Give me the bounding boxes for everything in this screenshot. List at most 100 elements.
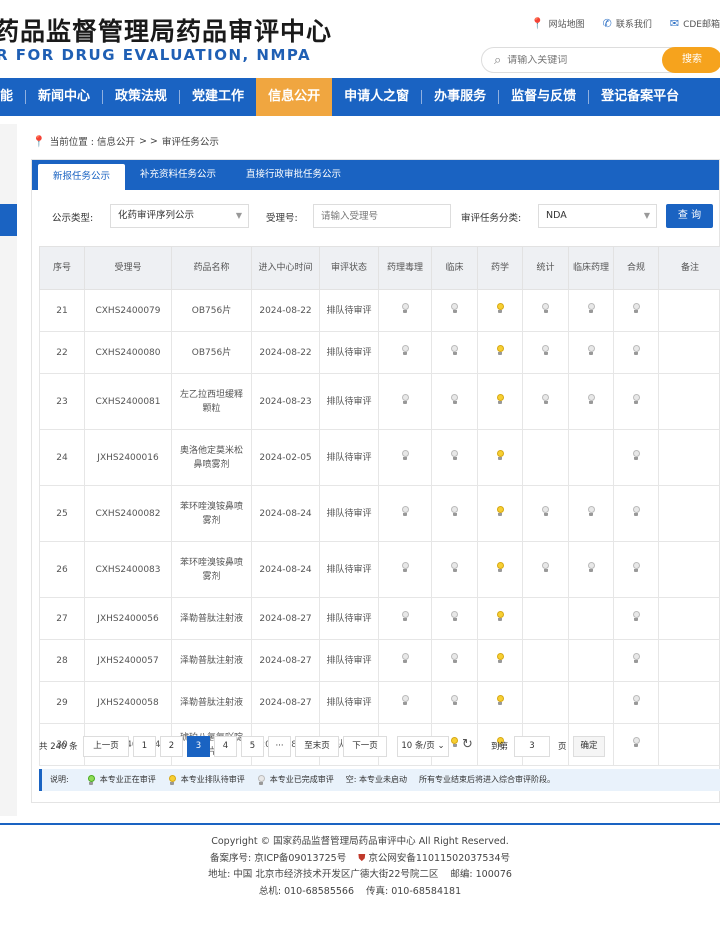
- search-button[interactable]: 搜索: [662, 47, 720, 73]
- footer-divider: [0, 823, 720, 825]
- total-count: 共 240 条: [39, 742, 78, 752]
- page-button[interactable]: 5: [241, 736, 264, 757]
- lightbulb-gray-icon: [257, 774, 266, 786]
- review-light-cell: [613, 373, 659, 430]
- entry-date-cell: 2024-08-27: [251, 639, 320, 682]
- nav-item-supervision[interactable]: 监督与反馈: [499, 78, 588, 116]
- left-sidebar: [0, 124, 17, 816]
- footer-postcode: 邮编: 100076: [450, 869, 512, 880]
- review-light-cell: [477, 331, 523, 374]
- lightbulb-gray-icon: [632, 652, 641, 664]
- review-light-cell: [431, 597, 478, 640]
- nav-item-registration[interactable]: 登记备案平台: [589, 78, 691, 116]
- review-task-panel: 新报任务公示 补充资料任务公示 直接行政审批任务公示 公示类型: 化药审评序列公…: [31, 159, 720, 803]
- table-row[interactable]: 24 JXHS2400016 奥洛他定莫米松鼻喷雾剂 2024-02-05 排队待审评: [39, 429, 720, 486]
- legend-empty-text: 空: 本专业未启动: [345, 775, 407, 784]
- next-page-button[interactable]: 下一页: [343, 736, 387, 757]
- review-light-cell: [378, 541, 432, 598]
- accept-no-cell: CXHS2400082: [84, 485, 172, 542]
- refresh-icon[interactable]: ↻: [462, 737, 473, 752]
- review-status-cell: 排队待审评: [319, 639, 379, 682]
- breadcrumb-parent[interactable]: 当前位置 : 信息公开: [50, 134, 135, 148]
- sidebar-active-marker[interactable]: [0, 204, 17, 236]
- lightbulb-gray-icon: [587, 561, 596, 573]
- page-button-current[interactable]: 3: [187, 736, 210, 757]
- lightbulb-gray-icon: [401, 652, 410, 664]
- review-light-cell: [568, 429, 614, 486]
- column-header: 序号: [39, 246, 85, 290]
- table-row[interactable]: 27 JXHS2400056 泽勒普肽注射液 2024-08-27 排队待审评: [39, 597, 720, 640]
- page-ellipsis[interactable]: ···: [268, 736, 291, 757]
- table-row[interactable]: 23 CXHS2400081 左乙拉西坦缓释颗粒 2024-08-23 排队待审评: [39, 373, 720, 430]
- goto-page-input[interactable]: 3: [514, 736, 550, 757]
- main-nav: 能 新闻中心 政策法规 党建工作 信息公开 申请人之窗 办事服务 监督与反馈 登…: [0, 78, 720, 116]
- nav-item-news[interactable]: 新闻中心: [26, 78, 102, 116]
- phone-icon: ✆: [602, 17, 612, 30]
- page-size-select[interactable]: 10 条/页 ⌄: [397, 736, 449, 757]
- table-row[interactable]: 26 CXHS2400083 苯环喹溴铵鼻喷雾剂 2024-08-24 排队待审评: [39, 541, 720, 598]
- tab-direct-approval-tasks[interactable]: 直接行政审批任务公示: [231, 160, 356, 190]
- remark-cell: [658, 639, 720, 682]
- review-light-cell: [431, 639, 478, 682]
- table-row[interactable]: 21 CXHS2400079 OB756片 2024-08-22 排队待审评: [39, 289, 720, 332]
- nav-item-functions[interactable]: 能: [0, 78, 25, 116]
- review-light-cell: [378, 429, 432, 486]
- table-row[interactable]: 25 CXHS2400082 苯环喹溴铵鼻喷雾剂 2024-08-24 排队待审评: [39, 485, 720, 542]
- column-header: 临床: [431, 246, 478, 290]
- chevron-down-icon: ⌄: [437, 741, 445, 751]
- entry-date-cell: 2024-08-22: [251, 289, 320, 332]
- lightbulb-gray-icon: [450, 344, 459, 356]
- contact-link[interactable]: ✆ 联系我们: [603, 17, 652, 30]
- nav-item-info-disclosure[interactable]: 信息公开: [256, 78, 333, 116]
- nav-item-party[interactable]: 党建工作: [180, 78, 256, 116]
- nav-item-services[interactable]: 办事服务: [422, 78, 498, 116]
- entry-date-cell: 2024-08-27: [251, 597, 320, 640]
- lightbulb-gray-icon: [632, 561, 641, 573]
- remark-cell: [658, 289, 720, 332]
- nav-item-applicant[interactable]: 申请人之窗: [332, 78, 421, 116]
- top-links: 📍 网站地图 ✆ 联系我们 ✉ CDE邮箱: [531, 17, 720, 30]
- lightbulb-yellow-icon: [168, 774, 177, 786]
- column-header: 备注: [658, 246, 720, 290]
- goto-confirm-button[interactable]: 确定: [573, 736, 605, 757]
- footer-fax: 传真: 010-68584181: [366, 885, 462, 897]
- lightbulb-gray-icon: [450, 694, 459, 706]
- review-light-cell: [522, 331, 569, 374]
- query-button[interactable]: 查 询: [666, 204, 713, 228]
- icp-record-link[interactable]: 备案序号: 京ICP备09013725号: [210, 851, 346, 868]
- mailbox-link[interactable]: ✉ CDE邮箱: [670, 17, 720, 30]
- page-button[interactable]: 2: [160, 736, 183, 757]
- accept-no-input[interactable]: [313, 204, 451, 228]
- footer-contact-row: 总机: 010-68585566 传真: 010-68584181: [0, 884, 720, 901]
- table-row[interactable]: 28 JXHS2400057 泽勒普肽注射液 2024-08-27 排队待审评: [39, 639, 720, 682]
- police-record-link[interactable]: ⛊ 京公网安备11011502037534号: [358, 851, 510, 868]
- sitemap-link[interactable]: 📍 网站地图: [531, 17, 585, 30]
- drug-name-cell: 泽勒普肽注射液: [171, 597, 252, 640]
- review-light-cell: [431, 429, 478, 486]
- category-label: 审评任务分类:: [461, 213, 522, 224]
- tab-supplement-tasks[interactable]: 补充资料任务公示: [125, 160, 231, 190]
- table-row[interactable]: 29 JXHS2400058 泽勒普肽注射液 2024-08-27 排队待审评: [39, 681, 720, 724]
- page-button[interactable]: 4: [214, 736, 237, 757]
- drug-name-cell: 泽勒普肽注射液: [171, 681, 252, 724]
- lightbulb-yellow-icon: [496, 302, 505, 314]
- tab-new-tasks[interactable]: 新报任务公示: [38, 164, 126, 190]
- lightbulb-yellow-icon: [496, 694, 505, 706]
- review-light-cell: [568, 485, 614, 542]
- table-row[interactable]: 22 CXHS2400080 OB756片 2024-08-22 排队待审评: [39, 331, 720, 374]
- type-select[interactable]: 化药审评序列公示 ▼: [110, 204, 249, 228]
- category-select[interactable]: NDA ▼: [538, 204, 657, 228]
- entry-date-cell: 2024-08-24: [251, 541, 320, 598]
- footer-phone: 总机: 010-68585566: [258, 885, 354, 897]
- review-light-cell: [477, 289, 523, 332]
- page-button[interactable]: 1: [133, 736, 156, 757]
- lightbulb-gray-icon: [401, 393, 410, 405]
- nav-item-policy[interactable]: 政策法规: [103, 78, 179, 116]
- last-page-button[interactable]: 至末页: [295, 736, 339, 757]
- review-light-cell: [522, 681, 569, 724]
- site-logo-title[interactable]: 药品监督管理局药品审评中心: [0, 12, 332, 48]
- search-input[interactable]: [507, 54, 648, 66]
- lightbulb-gray-icon: [401, 449, 410, 461]
- review-light-cell: [522, 429, 569, 486]
- prev-page-button[interactable]: 上一页: [83, 736, 129, 757]
